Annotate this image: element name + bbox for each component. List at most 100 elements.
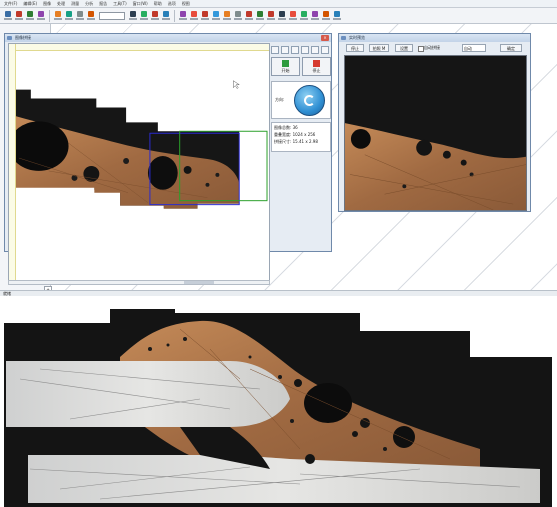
toolbar-tool-icon[interactable] bbox=[53, 10, 63, 22]
tool-glyph-icon bbox=[257, 11, 263, 17]
preview-toolbar: 停止 拍照 M 设置 自动拼接 自动 确定 bbox=[342, 44, 529, 53]
live-camera-view bbox=[344, 55, 527, 211]
menu-image[interactable]: 图像 bbox=[43, 1, 51, 7]
stop-icon bbox=[313, 60, 320, 67]
menu-process[interactable]: 处理 bbox=[57, 1, 65, 7]
tool-glyph-icon bbox=[5, 11, 11, 17]
capture-button[interactable]: 拍照 M bbox=[369, 44, 389, 52]
mode-select[interactable]: 自动 bbox=[462, 44, 486, 52]
toolbar-tool-icon[interactable] bbox=[14, 10, 24, 22]
tool-label-mark bbox=[190, 18, 198, 20]
toolbar-tool-icon[interactable] bbox=[178, 10, 188, 22]
actual-size-icon[interactable] bbox=[301, 46, 309, 54]
menu-window[interactable]: 窗口(W) bbox=[133, 1, 148, 7]
vertical-ruler bbox=[9, 44, 16, 280]
stitching-window-titlebar[interactable]: 图像拼接 × bbox=[5, 34, 331, 42]
fit-view-icon[interactable] bbox=[271, 46, 279, 54]
tool-glyph-icon bbox=[323, 11, 329, 17]
tool-glyph-icon bbox=[246, 11, 252, 17]
toolbar-tool-icon[interactable] bbox=[200, 10, 210, 22]
menu-options[interactable]: 选项 bbox=[168, 1, 176, 7]
menu-measure[interactable]: 测量 bbox=[71, 1, 79, 7]
stitching-window-title: 图像拼接 bbox=[15, 35, 31, 40]
toolbar-tool-icon[interactable] bbox=[36, 10, 46, 22]
tool-label-mark bbox=[234, 18, 242, 20]
toolbar-tool-icon[interactable] bbox=[233, 10, 243, 22]
status-bar: 就绪 bbox=[0, 290, 557, 296]
toolbar-tool-icon[interactable] bbox=[25, 10, 35, 22]
menu-report[interactable]: 报告 bbox=[99, 1, 107, 7]
toolbar-separator bbox=[49, 9, 50, 22]
tool-label-mark bbox=[37, 18, 45, 20]
stitched-result-image bbox=[4, 309, 552, 507]
horizontal-ruler bbox=[9, 44, 269, 51]
toolbar-tool-icon[interactable] bbox=[255, 10, 265, 22]
toolbar-tool-icon[interactable] bbox=[277, 10, 287, 22]
start-button[interactable]: 开始 bbox=[271, 57, 300, 76]
preview-stop-button[interactable]: 停止 bbox=[346, 44, 364, 52]
menu-view[interactable]: 视图 bbox=[182, 1, 190, 7]
toolbar-tool-icon[interactable] bbox=[222, 10, 232, 22]
preview-window-titlebar[interactable]: 实时预览 bbox=[339, 34, 530, 42]
menu-edit[interactable]: 编辑(E) bbox=[23, 1, 37, 7]
menu-tools[interactable]: 工具(T) bbox=[113, 1, 127, 7]
stop-button[interactable]: 停止 bbox=[302, 57, 331, 76]
tool-label-mark bbox=[322, 18, 330, 20]
tool-label-mark bbox=[140, 18, 148, 20]
tool-label-mark bbox=[87, 18, 95, 20]
tool-glyph-icon bbox=[55, 11, 61, 17]
tool-glyph-icon bbox=[235, 11, 241, 17]
toolbar-tool-icon[interactable] bbox=[3, 10, 13, 22]
tool-label-mark bbox=[26, 18, 34, 20]
stitch-info-panel: 图像总数: 36 重叠宽度: 1024 x 256 拼接尺寸: 15.41 x … bbox=[271, 122, 331, 152]
tool-label-mark bbox=[4, 18, 12, 20]
start-button-label: 开始 bbox=[281, 68, 290, 73]
settings-icon[interactable] bbox=[321, 46, 329, 54]
toolbar-tool-icon[interactable] bbox=[86, 10, 96, 22]
toolbar-tool-icon[interactable] bbox=[310, 10, 320, 22]
ok-button[interactable]: 确定 bbox=[500, 44, 522, 52]
rotate-direction-icon[interactable] bbox=[294, 85, 325, 116]
stitched-image bbox=[9, 80, 268, 209]
stitched-result-photo bbox=[0, 309, 557, 507]
play-icon bbox=[282, 60, 289, 67]
toolbar-tool-icon[interactable] bbox=[150, 10, 160, 22]
zoom-combo[interactable] bbox=[99, 11, 125, 20]
direction-box: 方向: bbox=[271, 81, 331, 119]
scroll-thumb[interactable] bbox=[184, 281, 214, 284]
toolbar-tool-icon[interactable] bbox=[244, 10, 254, 22]
tool-label-mark bbox=[223, 18, 231, 20]
toolbar-tool-icon[interactable] bbox=[211, 10, 221, 22]
tool-label-mark bbox=[212, 18, 220, 20]
horizontal-scrollbar[interactable] bbox=[8, 280, 270, 285]
pencil-icon[interactable] bbox=[311, 46, 319, 54]
tool-glyph-icon bbox=[202, 11, 208, 17]
tool-label-mark bbox=[201, 18, 209, 20]
menu-help[interactable]: 帮助 bbox=[154, 1, 162, 7]
stop-button-label: 停止 bbox=[312, 68, 321, 73]
toolbar-tool-icon[interactable] bbox=[75, 10, 85, 22]
menu-file[interactable]: 文件(F) bbox=[4, 1, 17, 7]
tool-label-mark bbox=[267, 18, 275, 20]
toolbar-tool-icon[interactable] bbox=[321, 10, 331, 22]
toolbar-tool-icon[interactable] bbox=[128, 10, 138, 22]
zoom-in-icon[interactable] bbox=[281, 46, 289, 54]
info-line-count: 图像总数: 36 bbox=[274, 125, 298, 130]
toolbar-separator bbox=[174, 9, 175, 22]
camera-frame bbox=[345, 56, 526, 210]
toolbar-tool-icon[interactable] bbox=[161, 10, 171, 22]
toolbar-tool-icon[interactable] bbox=[266, 10, 276, 22]
close-icon[interactable]: × bbox=[321, 35, 329, 41]
toolbar-tool-icon[interactable] bbox=[189, 10, 199, 22]
settings-button[interactable]: 设置 bbox=[395, 44, 413, 52]
toolbar-tool-icon[interactable] bbox=[139, 10, 149, 22]
toolbar-tool-icon[interactable] bbox=[299, 10, 309, 22]
toolbar-tool-icon[interactable] bbox=[288, 10, 298, 22]
menu-analysis[interactable]: 分析 bbox=[85, 1, 93, 7]
stitch-canvas[interactable] bbox=[8, 43, 270, 281]
toolbar-tool-icon[interactable] bbox=[64, 10, 74, 22]
zoom-out-icon[interactable] bbox=[291, 46, 299, 54]
tool-label-mark bbox=[256, 18, 264, 20]
tool-glyph-icon bbox=[191, 11, 197, 17]
toolbar-tool-icon[interactable] bbox=[332, 10, 342, 22]
